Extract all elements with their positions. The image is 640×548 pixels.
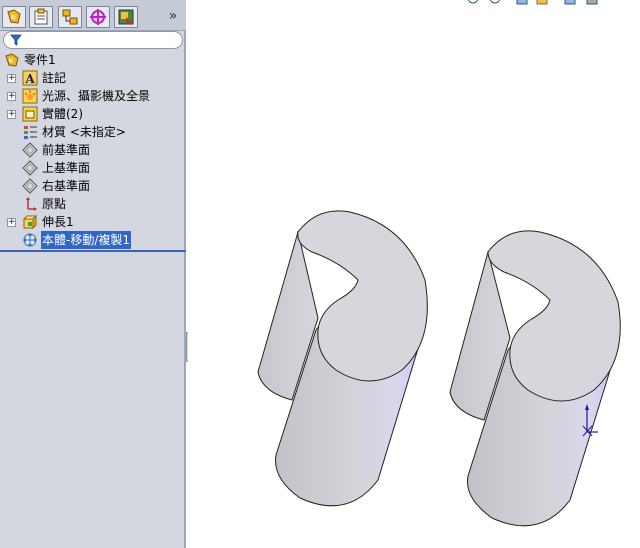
view-toolbar — [463, 0, 640, 8]
tree-item-bodies[interactable]: + 實體(2) — [0, 105, 186, 123]
zoom-to-fit-icon[interactable] — [467, 0, 481, 6]
graphics-area[interactable] — [188, 0, 640, 548]
configuration-manager-tab[interactable] — [58, 6, 82, 28]
expand-icon[interactable]: + — [7, 218, 16, 227]
section-view-icon[interactable] — [535, 0, 549, 6]
tree-item-label: 材質 <未指定> — [42, 125, 126, 139]
origin-icon — [26, 197, 37, 211]
tree-item-label: 伸長1 — [42, 215, 74, 229]
tree-item-label: 註記 — [42, 71, 67, 85]
filter-input[interactable] — [3, 31, 183, 49]
lights-cameras-icon — [22, 88, 38, 104]
plane-icon — [22, 142, 38, 158]
tree-item-front-plane[interactable]: 前基準面 — [0, 141, 186, 159]
move-copy-body-icon — [23, 233, 37, 247]
expand-icon[interactable]: + — [7, 110, 16, 119]
configuration-manager-icon — [62, 9, 78, 25]
tree-item-move-copy-body[interactable]: 本體-移動/複製1 — [0, 231, 186, 249]
dimxpert-icon — [90, 9, 106, 25]
dimxpert-tab[interactable] — [86, 6, 110, 28]
solid-bodies-icon — [22, 106, 38, 122]
extrude-icon — [22, 214, 38, 230]
tree-item-extrude[interactable]: + 伸長1 — [0, 213, 186, 231]
feature-manager-panel: » 零件1 + A 註記 + 光源、攝影機及全景 + 實體(2) 材質 <未指定… — [0, 0, 186, 548]
expand-icon[interactable]: + — [7, 92, 16, 101]
material-icon — [24, 126, 37, 139]
tree-item-label: 前基準面 — [42, 143, 91, 157]
property-manager-icon — [34, 8, 48, 25]
annotation-icon: A — [22, 70, 38, 86]
expand-icon[interactable]: + — [7, 74, 16, 83]
tree-item-label: 上基準面 — [42, 161, 91, 175]
tree-item-label: 原點 — [42, 197, 67, 211]
svg-text:A: A — [24, 72, 35, 86]
display-manager-tab[interactable] — [114, 6, 138, 28]
solid-body-1[interactable] — [257, 210, 428, 507]
part-icon — [5, 53, 19, 67]
tree-item-annotations[interactable]: + A 註記 — [0, 69, 186, 87]
tree-item-right-plane[interactable]: 右基準面 — [0, 177, 186, 195]
tree-root-label: 零件1 — [24, 53, 56, 67]
view-orientation-icon[interactable] — [563, 0, 577, 6]
plane-icon — [22, 160, 38, 176]
tree-item-label: 光源、攝影機及全景 — [42, 89, 151, 103]
tree-item-material[interactable]: 材質 <未指定> — [0, 123, 186, 141]
previous-view-icon[interactable] — [515, 0, 529, 6]
feature-manager-tab[interactable] — [2, 6, 26, 28]
display-manager-icon — [118, 9, 134, 25]
tree-item-top-plane[interactable]: 上基準面 — [0, 159, 186, 177]
rollback-bar[interactable] — [0, 250, 186, 252]
tree-item-label: 實體(2) — [42, 107, 83, 121]
display-style-icon[interactable] — [585, 0, 599, 6]
feature-manager-icon — [7, 9, 21, 24]
tree-item-lights[interactable]: + 光源、攝影機及全景 — [0, 87, 186, 105]
tree-root[interactable]: 零件1 — [0, 51, 186, 69]
property-manager-tab[interactable] — [29, 6, 53, 28]
model-view — [257, 210, 621, 527]
zoom-to-area-icon[interactable] — [489, 0, 503, 6]
plane-icon — [22, 178, 38, 194]
chevron-right-icon[interactable]: » — [165, 7, 181, 25]
panel-tab-bar: » — [0, 0, 186, 31]
tree-item-label: 右基準面 — [42, 179, 91, 193]
tree-item-label: 本體-移動/複製1 — [41, 231, 132, 249]
tree-item-origin[interactable]: 原點 — [0, 195, 186, 213]
funnel-icon — [10, 34, 22, 46]
solid-body-2[interactable] — [449, 230, 621, 527]
